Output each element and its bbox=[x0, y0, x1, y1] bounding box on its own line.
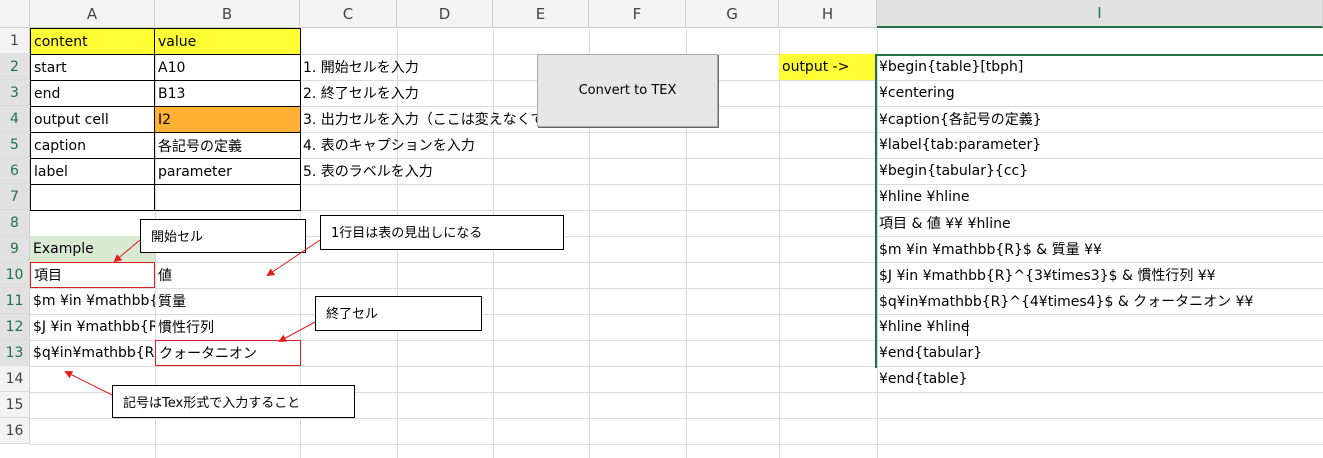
output-marker[interactable]: output -> bbox=[779, 54, 876, 80]
row-header-15[interactable]: 15 bbox=[0, 392, 30, 418]
end-value-cell[interactable]: B13 bbox=[154, 80, 301, 107]
select-all-corner[interactable] bbox=[0, 0, 30, 28]
example-row-symbol[interactable]: $J ¥in ¥mathbb{R bbox=[30, 314, 155, 340]
row-gridline bbox=[30, 418, 1323, 419]
output-value-cell[interactable]: I2 bbox=[154, 106, 301, 133]
callout-header-row: 1行目は表の見出しになる bbox=[320, 215, 564, 250]
step-2[interactable]: 2. 終了セルを入力 bbox=[300, 80, 540, 106]
column-header-d[interactable]: D bbox=[397, 0, 493, 28]
step-1[interactable]: 1. 開始セルを入力 bbox=[300, 54, 540, 80]
caption-value-cell[interactable]: 各記号の定義 bbox=[154, 132, 301, 159]
end-label-cell[interactable]: end bbox=[30, 80, 155, 107]
column-header-h[interactable]: H bbox=[779, 0, 877, 28]
row-header-16[interactable]: 16 bbox=[0, 418, 30, 444]
header-content[interactable]: content bbox=[30, 28, 155, 55]
tex-output-line[interactable]: ¥hline ¥hline bbox=[877, 314, 1323, 340]
tex-output-line[interactable]: $m ¥in ¥mathbb{R}$ & 質量 ¥¥ bbox=[877, 236, 1323, 262]
example-title[interactable]: Example bbox=[30, 236, 155, 262]
row-header-13[interactable]: 13 bbox=[0, 340, 30, 366]
tex-output-line[interactable]: 項目 & 値 ¥¥ ¥hline bbox=[877, 210, 1323, 236]
column-header-b[interactable]: B bbox=[155, 0, 300, 28]
label-label-cell[interactable]: label bbox=[30, 158, 155, 185]
example-header-item[interactable]: 項目 bbox=[30, 262, 155, 288]
header-value[interactable]: value bbox=[154, 28, 301, 55]
tex-output-line[interactable]: ¥hline ¥hline bbox=[877, 184, 1323, 210]
row-header-5[interactable]: 5 bbox=[0, 132, 30, 158]
column-header-i[interactable]: I bbox=[877, 0, 1323, 28]
example-row-symbol[interactable]: $m ¥in ¥mathbb{ bbox=[30, 288, 155, 314]
empty-param-cell[interactable] bbox=[154, 184, 301, 211]
callout-start-cell: 開始セル bbox=[140, 219, 306, 253]
tex-output-line[interactable]: ¥caption{各記号の定義} bbox=[877, 106, 1323, 132]
tex-output-line[interactable]: ¥end{table} bbox=[877, 366, 1323, 392]
row-header-3[interactable]: 3 bbox=[0, 80, 30, 106]
example-header-value[interactable]: 値 bbox=[155, 262, 300, 288]
tex-output-line[interactable]: $J ¥in ¥mathbb{R}^{3¥times3}$ & 慣性行列 ¥¥ bbox=[877, 262, 1323, 288]
row-header-4[interactable]: 4 bbox=[0, 106, 30, 132]
step-4[interactable]: 4. 表のキャプションを入力 bbox=[300, 132, 540, 158]
column-header-f[interactable]: F bbox=[589, 0, 686, 28]
start-label-cell[interactable]: start bbox=[30, 54, 155, 81]
tex-output-line[interactable]: ¥end{tabular} bbox=[877, 340, 1323, 366]
tex-output-line[interactable]: ¥begin{table}[tbph] bbox=[877, 54, 1323, 80]
tex-output-line[interactable]: ¥centering bbox=[877, 80, 1323, 106]
example-row-value[interactable]: クォータニオン bbox=[155, 340, 301, 366]
example-row-symbol[interactable]: $q¥in¥mathbb{R} bbox=[30, 340, 155, 366]
row-header-6[interactable]: 6 bbox=[0, 158, 30, 184]
empty-param-cell[interactable] bbox=[30, 184, 155, 211]
column-header-c[interactable]: C bbox=[300, 0, 397, 28]
column-header-e[interactable]: E bbox=[493, 0, 589, 28]
column-header-a[interactable]: A bbox=[30, 0, 155, 28]
step-3[interactable]: 3. 出力セルを入力（ここは変えなくて bbox=[300, 106, 544, 132]
column-gridline bbox=[779, 29, 780, 458]
row-gridline bbox=[30, 444, 1323, 445]
column-header-g[interactable]: G bbox=[686, 0, 779, 28]
label-value-cell[interactable]: parameter bbox=[154, 158, 301, 185]
tex-output-line[interactable]: ¥begin{tabular}{cc} bbox=[877, 158, 1323, 184]
row-header-10[interactable]: 10 bbox=[0, 262, 30, 288]
example-row-value[interactable]: 慣性行列 bbox=[155, 314, 300, 340]
callout-tex-format: 記号はTex形式で入力すること bbox=[112, 385, 355, 418]
example-row-value[interactable]: 質量 bbox=[155, 288, 300, 314]
output-label-cell[interactable]: output cell bbox=[30, 106, 155, 133]
callout-end-cell: 終了セル bbox=[315, 296, 482, 331]
row-header-2[interactable]: 2 bbox=[0, 54, 30, 80]
caption-label-cell[interactable]: caption bbox=[30, 132, 155, 159]
row-header-9[interactable]: 9 bbox=[0, 236, 30, 262]
convert-to-tex-button[interactable]: Convert to TEX bbox=[537, 54, 718, 127]
row-header-14[interactable]: 14 bbox=[0, 366, 30, 392]
tex-output-line[interactable]: $q¥in¥mathbb{R}^{4¥times4}$ & クォータニオン ¥¥ bbox=[877, 288, 1323, 314]
row-header-7[interactable]: 7 bbox=[0, 184, 30, 210]
step-5[interactable]: 5. 表のラベルを入力 bbox=[300, 158, 540, 184]
row-header-11[interactable]: 11 bbox=[0, 288, 30, 314]
start-value-cell[interactable]: A10 bbox=[154, 54, 301, 81]
row-header-1[interactable]: 1 bbox=[0, 28, 30, 54]
row-header-12[interactable]: 12 bbox=[0, 314, 30, 340]
text-cursor bbox=[967, 320, 968, 336]
tex-output-line[interactable]: ¥label{tab:parameter} bbox=[877, 132, 1323, 158]
row-header-8[interactable]: 8 bbox=[0, 210, 30, 236]
